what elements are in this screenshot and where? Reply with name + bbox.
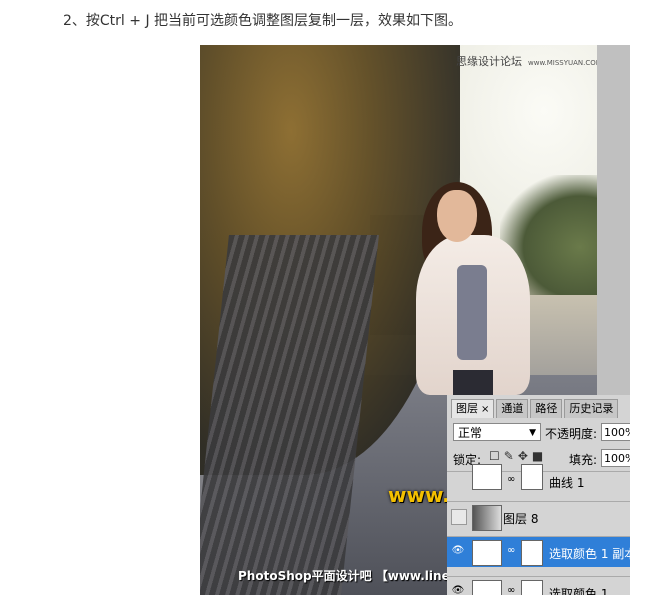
fill-input[interactable]: 100% [601, 449, 630, 467]
eye-icon[interactable]: 👁 [451, 584, 465, 595]
layer-thumbnail [472, 505, 502, 531]
blend-mode-select[interactable]: 正常 ▼ [453, 423, 541, 441]
curves-thumbnail [472, 464, 502, 490]
layer-mask-thumbnail [521, 540, 543, 566]
tab-channels[interactable]: 通道 [496, 399, 529, 418]
lock-transparency-icon[interactable]: ☐ [489, 449, 504, 463]
link-icon: ∞ [507, 474, 516, 485]
fill-label: 填充: [569, 453, 598, 467]
lock-icon[interactable]: ■ [532, 449, 547, 463]
instruction-text: 2、按Ctrl + J 把当前可选颜色调整图层复制一层，效果如下图。 [63, 13, 463, 29]
scrollbar[interactable] [597, 45, 630, 395]
layer-row-curves[interactable]: ∞ 曲线 1 [447, 464, 630, 492]
layer-row-selective-color[interactable]: 👁 ∞ 选取颜色 1 [447, 576, 630, 595]
eye-icon[interactable]: 👁 [451, 544, 465, 558]
link-icon: ∞ [507, 585, 516, 595]
opacity-input[interactable]: 100% [601, 423, 630, 441]
tab-paths[interactable]: 路径 [530, 399, 563, 418]
link-icon: ∞ [507, 545, 516, 556]
lock-move-icon[interactable]: ✥ [518, 449, 532, 463]
layer-row-selective-color-copy[interactable]: 👁 ∞ 选取颜色 1 副本 [447, 536, 630, 567]
panel-tabs: 图层 × 通道 路径 历史记录 [451, 399, 620, 419]
lock-brush-icon[interactable]: ✎ [504, 449, 518, 463]
close-icon[interactable]: × [481, 404, 489, 415]
adjustment-thumbnail [472, 580, 502, 595]
chevron-down-icon: ▼ [529, 428, 536, 438]
layer-row-layer8[interactable]: 图层 8 [447, 501, 630, 532]
watermark-top: 思缘设计论坛 www.MISSYUAN.COM [456, 55, 602, 68]
layer-mask-thumbnail [521, 580, 543, 595]
opacity-label: 不透明度: [545, 427, 598, 441]
layers-panel: 图层× 通道 路径 历史记录 正常▼ 不透明度: 100% 锁定: ☐✎✥■ 填… [447, 395, 630, 595]
tab-layers[interactable]: 图层 × [451, 399, 495, 418]
adjustment-thumbnail [472, 540, 502, 566]
visibility-toggle[interactable] [451, 509, 467, 525]
tab-history[interactable]: 历史记录 [564, 399, 619, 418]
layer-mask-thumbnail [521, 464, 543, 490]
